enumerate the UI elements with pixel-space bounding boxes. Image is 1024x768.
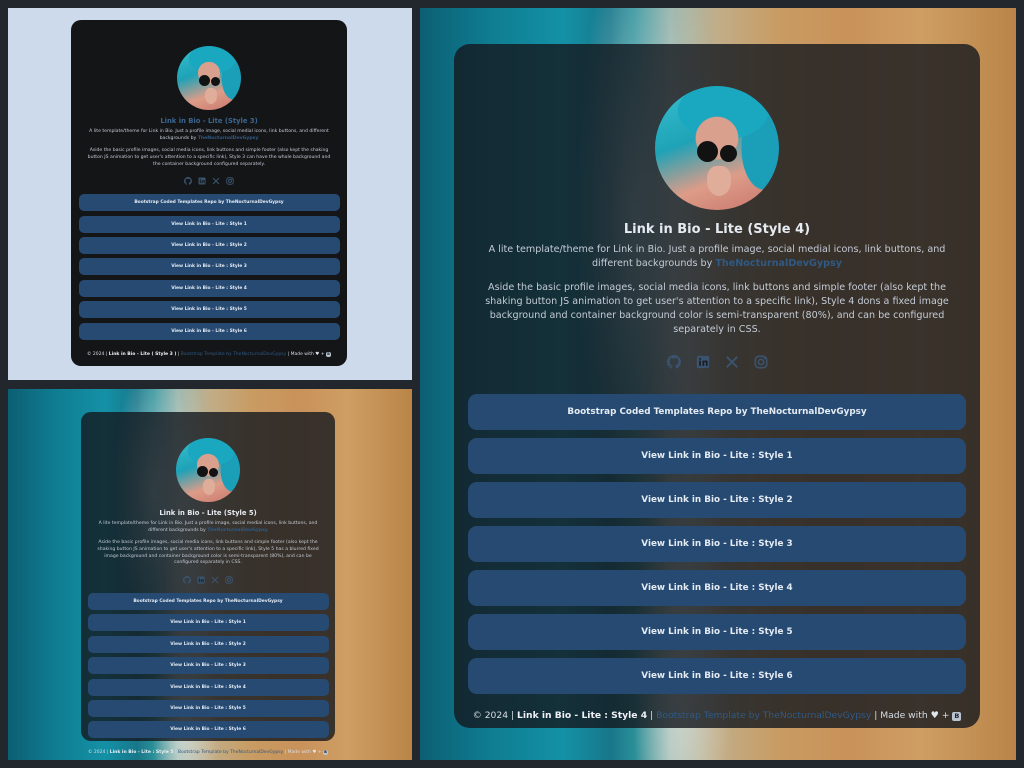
- x-icon[interactable]: [212, 177, 220, 185]
- heart-icon: ♥: [315, 351, 320, 357]
- github-icon[interactable]: [666, 355, 681, 370]
- style-3-button[interactable]: View Link in Bio - Lite : Style 3: [468, 526, 966, 563]
- intro-text: A lite template/theme for Link in Bio. J…: [89, 129, 329, 141]
- bio-card: Link in Bio - Lite (Style 5) A lite temp…: [81, 412, 335, 756]
- bootstrap-icon: B: [323, 750, 329, 756]
- instagram-icon[interactable]: [754, 355, 768, 369]
- linkedin-icon[interactable]: [197, 576, 205, 584]
- footer: © 2024 | Link in Bio - Lite ( Style 3 ) …: [87, 351, 331, 357]
- screenshot-style-4: Link in Bio - Lite (Style 4) A lite temp…: [420, 8, 1016, 760]
- style-1-button[interactable]: View Link in Bio - Lite : Style 1: [468, 438, 966, 475]
- heart-icon: ♥: [930, 710, 939, 722]
- footer: © 2024 | Link in Bio - Lite : Style 4 | …: [454, 710, 980, 722]
- repo-button[interactable]: Bootstrap Coded Templates Repo by TheNoc…: [78, 194, 340, 212]
- profile-avatar: [177, 46, 241, 110]
- bio-card: Link in Bio - Lite (Style 3) A lite temp…: [71, 20, 347, 366]
- instagram-icon[interactable]: [225, 576, 233, 584]
- style-5-button[interactable]: View Link in Bio - Lite : Style 5: [87, 699, 329, 717]
- footer: © 2024 | Link in Bio - Lite : Style 5 | …: [87, 750, 329, 756]
- instagram-icon[interactable]: [226, 177, 234, 185]
- screenshot-style-5: Link in Bio - Lite (Style 5) A lite temp…: [8, 389, 412, 760]
- style-4-button[interactable]: View Link in Bio - Lite : Style 4: [78, 279, 340, 297]
- x-icon[interactable]: [725, 355, 739, 369]
- profile-avatar: [655, 86, 779, 210]
- details-text: Aside the basic profile images, social m…: [485, 281, 949, 335]
- author-link[interactable]: TheNocturnalDevGypsy: [198, 136, 259, 141]
- footer-template-link[interactable]: Bootstrap Template by TheNocturnalDevGyp…: [656, 710, 871, 721]
- github-icon[interactable]: [184, 177, 192, 186]
- link-buttons: Bootstrap Coded Templates Repo by TheNoc…: [454, 394, 980, 695]
- bootstrap-icon: B: [325, 351, 331, 357]
- social-icons: [81, 575, 335, 584]
- details-text: Aside the basic profile images, social m…: [87, 148, 331, 167]
- page-title: Link in Bio - Lite (Style 4): [623, 222, 811, 237]
- bio-card: Link in Bio - Lite (Style 4) A lite temp…: [454, 44, 980, 728]
- style-5-button[interactable]: View Link in Bio - Lite : Style 5: [468, 614, 966, 651]
- style-2-button[interactable]: View Link in Bio - Lite : Style 2: [87, 635, 329, 653]
- social-icons: [454, 355, 980, 370]
- social-icons: [71, 177, 347, 186]
- screenshot-style-3: Link in Bio - Lite (Style 3) A lite temp…: [8, 8, 412, 380]
- style-6-button[interactable]: View Link in Bio - Lite : Style 6: [87, 721, 329, 739]
- repo-button[interactable]: Bootstrap Coded Templates Repo by TheNoc…: [468, 394, 966, 431]
- github-icon[interactable]: [183, 575, 191, 584]
- style-5-button[interactable]: View Link in Bio - Lite : Style 5: [78, 301, 340, 319]
- details-text: Aside the basic profile images, social m…: [97, 540, 319, 566]
- style-4-button[interactable]: View Link in Bio - Lite : Style 4: [87, 678, 329, 696]
- heart-icon: ♥: [312, 750, 317, 756]
- footer-template-link[interactable]: Bootstrap Template by TheNocturnalDevGyp…: [178, 750, 283, 755]
- author-link[interactable]: TheNocturnalDevGypsy: [207, 528, 268, 533]
- link-buttons: Bootstrap Coded Templates Repo by TheNoc…: [71, 194, 347, 340]
- link-buttons: Bootstrap Coded Templates Repo by TheNoc…: [81, 592, 335, 739]
- style-6-button[interactable]: View Link in Bio - Lite : Style 6: [78, 322, 340, 340]
- style-1-button[interactable]: View Link in Bio - Lite : Style 1: [87, 614, 329, 632]
- linkedin-icon[interactable]: [696, 355, 710, 369]
- x-icon[interactable]: [211, 576, 219, 584]
- intro-text: A lite template/theme for Link in Bio. J…: [488, 244, 946, 269]
- page-title: Link in Bio - Lite (Style 5): [159, 509, 257, 517]
- style-3-button[interactable]: View Link in Bio - Lite : Style 3: [78, 258, 340, 276]
- author-link[interactable]: TheNocturnalDevGypsy: [715, 258, 842, 269]
- profile-avatar: [176, 438, 240, 502]
- style-4-button[interactable]: View Link in Bio - Lite : Style 4: [468, 570, 966, 607]
- linkedin-icon[interactable]: [198, 177, 206, 185]
- page-title: Link in Bio - Lite (Style 3): [160, 117, 258, 125]
- style-2-button[interactable]: View Link in Bio - Lite : Style 2: [468, 482, 966, 519]
- bootstrap-icon: B: [952, 712, 962, 722]
- style-2-button[interactable]: View Link in Bio - Lite : Style 2: [78, 237, 340, 255]
- footer-template-link[interactable]: Bootstrap Template by TheNocturnalDevGyp…: [181, 352, 286, 357]
- style-6-button[interactable]: View Link in Bio - Lite : Style 6: [468, 658, 966, 695]
- intro-text: A lite template/theme for Link in Bio. J…: [98, 521, 318, 533]
- style-1-button[interactable]: View Link in Bio - Lite : Style 1: [78, 215, 340, 233]
- repo-button[interactable]: Bootstrap Coded Templates Repo by TheNoc…: [87, 592, 329, 610]
- style-3-button[interactable]: View Link in Bio - Lite : Style 3: [87, 657, 329, 675]
